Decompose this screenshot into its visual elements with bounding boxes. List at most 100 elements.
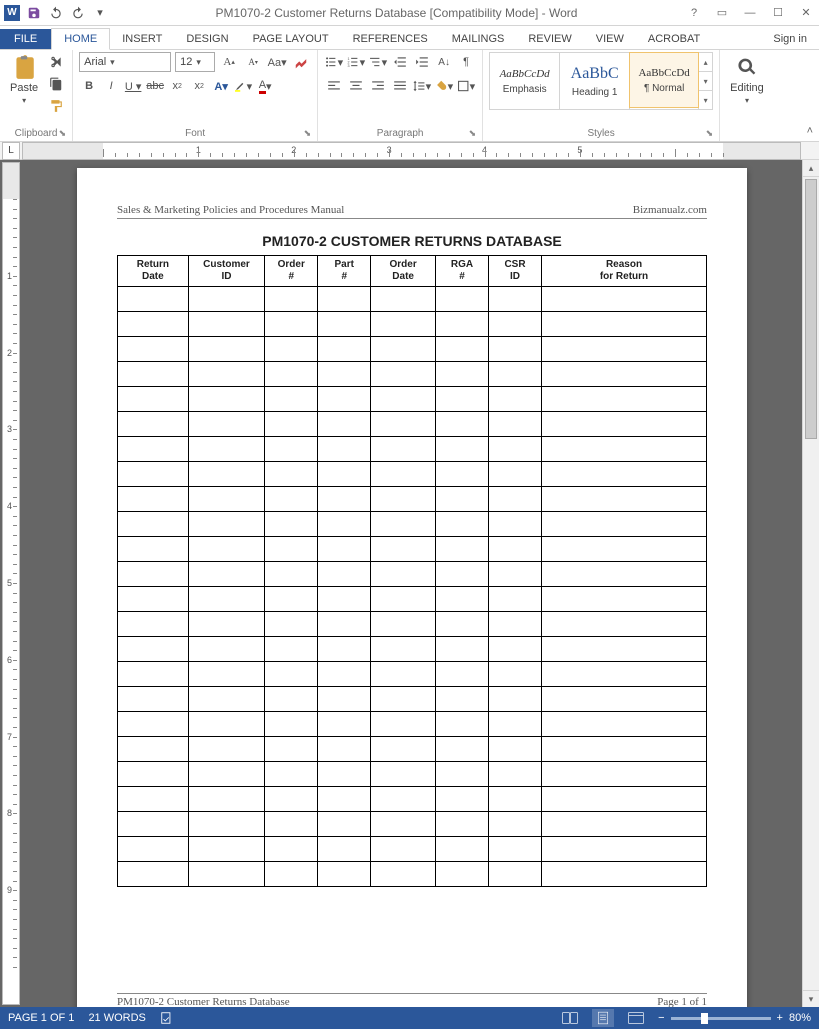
table-cell[interactable]: [188, 687, 265, 712]
font-color-icon[interactable]: A▾: [255, 76, 275, 96]
superscript-icon[interactable]: x2: [189, 76, 209, 96]
gallery-more-icon[interactable]: ▾: [699, 91, 712, 109]
table-cell[interactable]: [265, 562, 318, 587]
table-cell[interactable]: [118, 387, 189, 412]
horizontal-ruler[interactable]: 12345: [22, 142, 801, 160]
table-cell[interactable]: [489, 462, 542, 487]
justify-icon[interactable]: [390, 76, 410, 96]
style-emphasis[interactable]: AaBbCcDd Emphasis: [490, 53, 560, 109]
table-cell[interactable]: [542, 737, 707, 762]
table-cell[interactable]: [118, 462, 189, 487]
table-cell[interactable]: [188, 637, 265, 662]
paragraph-dialog-icon[interactable]: ⬊: [469, 128, 477, 139]
spell-check-icon[interactable]: [160, 1011, 174, 1025]
table-cell[interactable]: [489, 412, 542, 437]
table-cell[interactable]: [188, 462, 265, 487]
bold-icon[interactable]: B: [79, 76, 99, 96]
strikethrough-icon[interactable]: abc: [145, 76, 165, 96]
table-cell[interactable]: [436, 812, 489, 837]
style-heading1[interactable]: AaBbC Heading 1: [560, 53, 630, 109]
tab-insert[interactable]: INSERT: [110, 29, 174, 49]
table-cell[interactable]: [118, 612, 189, 637]
table-cell[interactable]: [188, 762, 265, 787]
table-cell[interactable]: [542, 337, 707, 362]
italic-icon[interactable]: I: [101, 76, 121, 96]
tab-design[interactable]: DESIGN: [174, 29, 240, 49]
table-cell[interactable]: [489, 312, 542, 337]
table-cell[interactable]: [371, 312, 436, 337]
redo-icon[interactable]: [70, 5, 86, 21]
table-cell[interactable]: [118, 737, 189, 762]
table-cell[interactable]: [436, 837, 489, 862]
table-cell[interactable]: [188, 412, 265, 437]
table-cell[interactable]: [118, 337, 189, 362]
table-cell[interactable]: [188, 337, 265, 362]
table-cell[interactable]: [265, 687, 318, 712]
table-cell[interactable]: [318, 862, 371, 887]
table-cell[interactable]: [188, 837, 265, 862]
table-cell[interactable]: [265, 537, 318, 562]
table-cell[interactable]: [371, 362, 436, 387]
scroll-track[interactable]: [803, 177, 819, 990]
table-cell[interactable]: [318, 587, 371, 612]
table-cell[interactable]: [188, 512, 265, 537]
font-name-combo[interactable]: Arial▾: [79, 52, 171, 72]
table-cell[interactable]: [371, 387, 436, 412]
read-mode-icon[interactable]: [562, 1012, 578, 1024]
clipboard-dialog-icon[interactable]: ⬊: [59, 128, 67, 139]
table-cell[interactable]: [489, 562, 542, 587]
table-cell[interactable]: [265, 762, 318, 787]
table-cell[interactable]: [265, 462, 318, 487]
table-cell[interactable]: [436, 412, 489, 437]
close-icon[interactable]: ✕: [797, 4, 815, 22]
table-cell[interactable]: [318, 537, 371, 562]
table-cell[interactable]: [188, 287, 265, 312]
table-cell[interactable]: [188, 712, 265, 737]
table-cell[interactable]: [371, 787, 436, 812]
table-cell[interactable]: [188, 812, 265, 837]
table-cell[interactable]: [371, 462, 436, 487]
multilevel-list-icon[interactable]: ▾: [368, 52, 388, 72]
table-cell[interactable]: [118, 412, 189, 437]
table-cell[interactable]: [371, 412, 436, 437]
table-cell[interactable]: [188, 562, 265, 587]
table-cell[interactable]: [436, 387, 489, 412]
table-cell[interactable]: [265, 837, 318, 862]
table-cell[interactable]: [188, 362, 265, 387]
table-cell[interactable]: [188, 737, 265, 762]
table-cell[interactable]: [118, 312, 189, 337]
shrink-font-icon[interactable]: A▾: [243, 52, 263, 72]
table-cell[interactable]: [318, 362, 371, 387]
table-cell[interactable]: [265, 362, 318, 387]
table-cell[interactable]: [318, 437, 371, 462]
table-cell[interactable]: [542, 812, 707, 837]
table-cell[interactable]: [318, 512, 371, 537]
table-cell[interactable]: [318, 387, 371, 412]
table-cell[interactable]: [542, 762, 707, 787]
table-cell[interactable]: [371, 337, 436, 362]
table-cell[interactable]: [542, 687, 707, 712]
table-cell[interactable]: [265, 487, 318, 512]
table-cell[interactable]: [489, 612, 542, 637]
align-right-icon[interactable]: [368, 76, 388, 96]
table-cell[interactable]: [489, 687, 542, 712]
table-cell[interactable]: [118, 587, 189, 612]
table-cell[interactable]: [542, 287, 707, 312]
table-cell[interactable]: [436, 337, 489, 362]
table-cell[interactable]: [436, 637, 489, 662]
table-cell[interactable]: [371, 562, 436, 587]
table-cell[interactable]: [118, 712, 189, 737]
numbering-icon[interactable]: 123▾: [346, 52, 366, 72]
table-cell[interactable]: [436, 462, 489, 487]
table-cell[interactable]: [265, 812, 318, 837]
print-layout-icon[interactable]: [592, 1009, 614, 1027]
tab-mailings[interactable]: MAILINGS: [440, 29, 517, 49]
document-viewport[interactable]: Sales & Marketing Policies and Procedure…: [22, 160, 802, 1007]
scroll-thumb[interactable]: [805, 179, 817, 439]
style-normal[interactable]: AaBbCcDd ¶ Normal: [629, 52, 699, 108]
table-cell[interactable]: [188, 387, 265, 412]
table-cell[interactable]: [118, 562, 189, 587]
help-icon[interactable]: ?: [685, 4, 703, 22]
table-cell[interactable]: [436, 562, 489, 587]
table-cell[interactable]: [188, 587, 265, 612]
